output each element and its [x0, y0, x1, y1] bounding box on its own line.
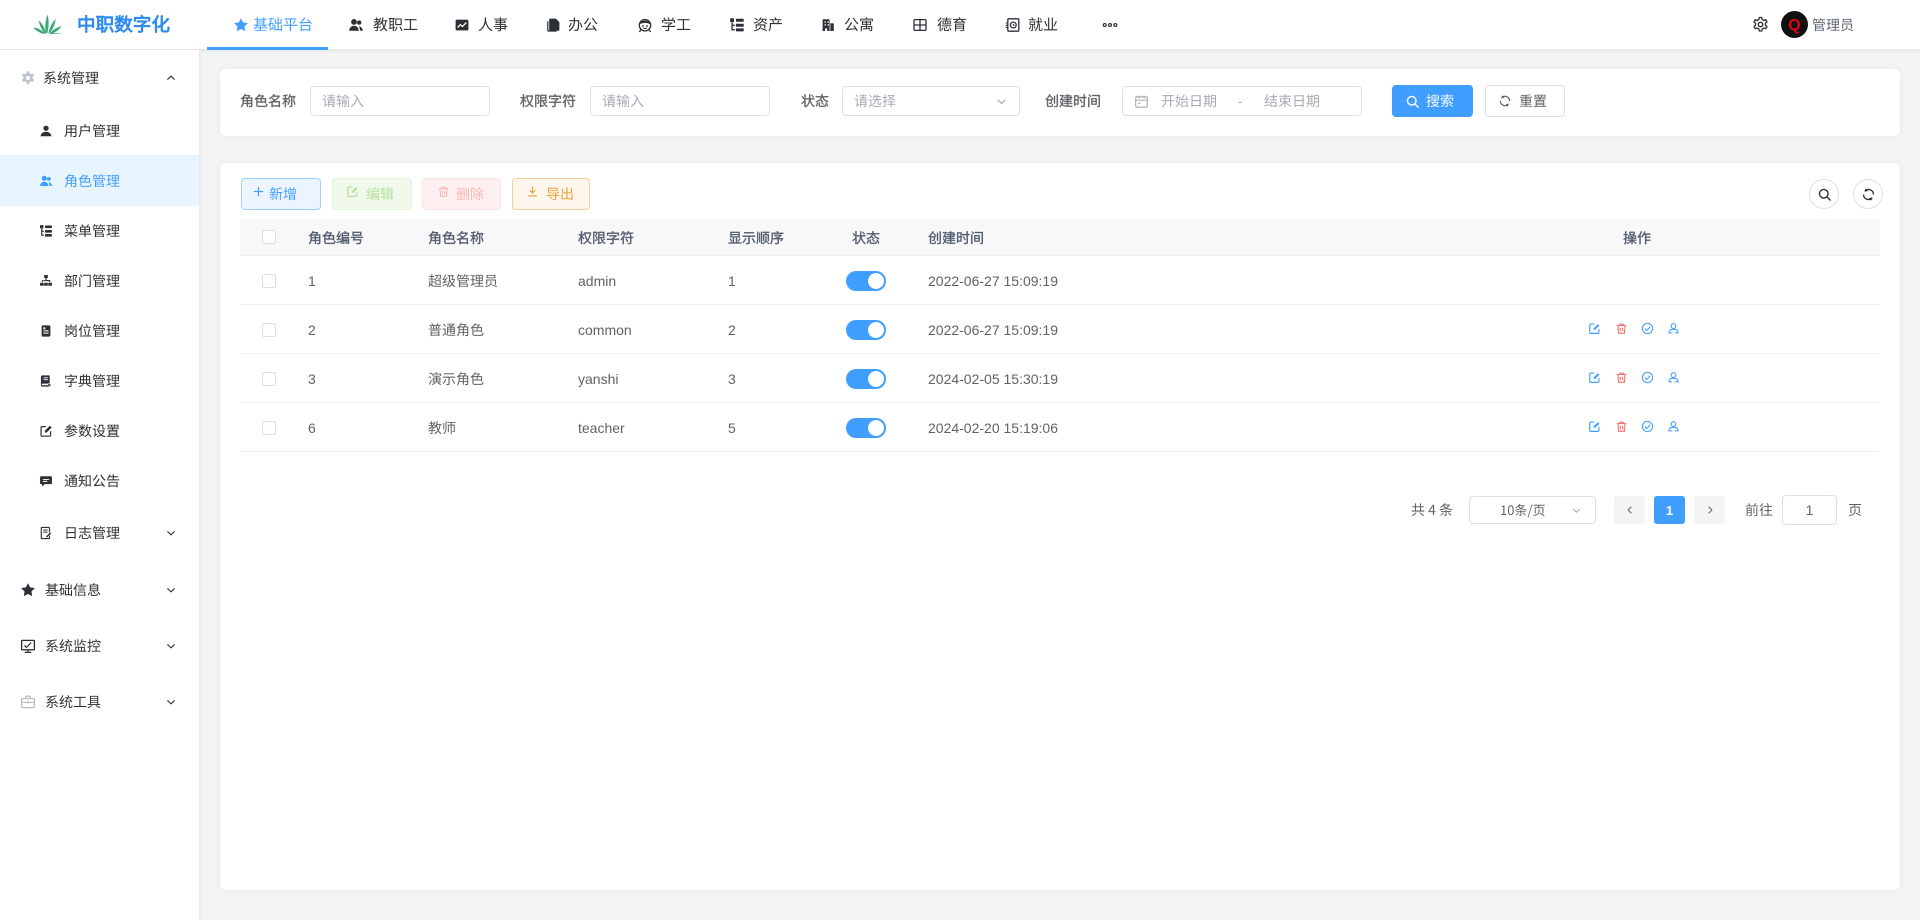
- svg-text:Q: Q: [1788, 17, 1800, 34]
